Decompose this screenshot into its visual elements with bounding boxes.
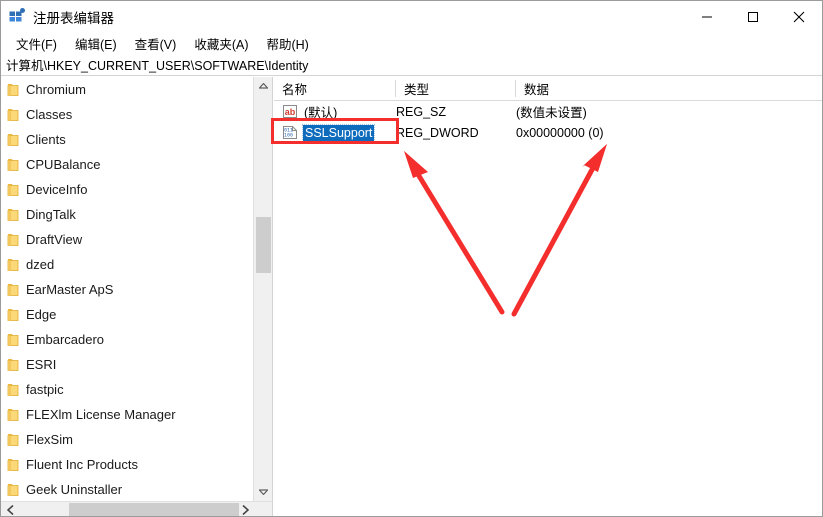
minimize-button[interactable] <box>684 1 730 32</box>
value-data-cell: 0x00000000 (0) <box>516 125 604 140</box>
folder-icon <box>7 283 20 297</box>
svg-text:100: 100 <box>284 133 293 139</box>
tree-item-label: Edge <box>26 307 57 322</box>
title-bar: 注册表编辑器 <box>1 1 822 32</box>
tree-item-label: fastpic <box>26 382 64 397</box>
window-controls <box>684 1 822 32</box>
tree-hscroll-thumb[interactable] <box>69 503 239 516</box>
folder-icon <box>7 383 20 397</box>
folder-icon <box>7 408 20 422</box>
value-row[interactable]: ab (默认) REG_SZ (数值未设置) <box>274 101 822 122</box>
value-name-cell[interactable]: ab (默认) <box>282 101 338 122</box>
tree-item-label: Classes <box>26 107 73 122</box>
tree-scroll-thumb[interactable] <box>256 217 271 273</box>
menu-item-favorites[interactable]: 收藏夹(A) <box>185 32 257 55</box>
menu-bar: 文件(F) 编辑(E) 查看(V) 收藏夹(A) 帮助(H) <box>1 32 822 54</box>
folder-icon <box>7 183 20 197</box>
folder-icon <box>7 433 20 447</box>
tree-vertical-scrollbar[interactable] <box>253 77 272 501</box>
tree-item[interactable]: DeviceInfo <box>1 177 253 202</box>
tree-item[interactable]: DingTalk <box>1 202 253 227</box>
scroll-down-icon[interactable] <box>254 483 272 501</box>
tree-item-label: FlexSim <box>26 432 73 447</box>
folder-icon <box>7 333 20 347</box>
menu-item-view[interactable]: 查看(V) <box>126 32 186 55</box>
address-bar[interactable]: 计算机\HKEY_CURRENT_USER\SOFTWARE\Identity <box>1 54 822 76</box>
menu-item-file[interactable]: 文件(F) <box>7 32 66 55</box>
scroll-right-icon[interactable] <box>236 502 254 516</box>
registry-tree-pane: Chromium Classes Clients CPUBalance DeviceIn… <box>1 77 273 501</box>
tree-item-label: Clients <box>26 132 66 147</box>
folder-icon <box>7 358 20 372</box>
value-type-cell: REG_DWORD <box>396 125 479 140</box>
string-value-icon: ab <box>282 104 298 119</box>
folder-icon <box>7 158 20 172</box>
tree-item[interactable]: Chromium <box>1 77 253 102</box>
value-type-cell: REG_SZ <box>396 104 447 119</box>
tree-item-label: DraftView <box>26 232 83 247</box>
window-title: 注册表编辑器 <box>33 11 114 26</box>
tree-item[interactable]: Edge <box>1 302 253 327</box>
maximize-button[interactable] <box>730 1 776 32</box>
values-column-header: 名称 类型 数据 <box>274 77 822 101</box>
registry-editor-icon <box>8 8 26 25</box>
tree-item[interactable]: CPUBalance <box>1 152 253 177</box>
value-name-label: (默认) <box>304 106 338 120</box>
tree-item[interactable]: ESRI <box>1 352 253 377</box>
menu-item-help[interactable]: 帮助(H) <box>257 32 317 55</box>
close-button[interactable] <box>776 1 822 32</box>
tree-item-label: Fluent Inc Products <box>26 457 138 472</box>
tree-item-label: ESRI <box>26 357 57 372</box>
value-name-label: SSLSupport <box>301 123 376 142</box>
tree-item[interactable]: DraftView <box>1 227 253 252</box>
value-row[interactable]: 011 100 SSLSupport REG_DWORD 0x00000000 (0) <box>274 122 822 143</box>
registry-tree-list: Chromium Classes Clients CPUBalance DeviceIn… <box>1 77 253 501</box>
tree-item-label: DingTalk <box>26 207 76 222</box>
registry-editor-window: 注册表编辑器 文件(F) 编辑(E) 查看(V) 收藏夹(A) 帮助(H) 计算… <box>0 0 823 517</box>
scroll-left-icon[interactable] <box>1 502 19 516</box>
tree-item-label: Embarcadero <box>26 332 105 347</box>
folder-icon <box>7 208 20 222</box>
column-header-data[interactable]: 数据 <box>516 77 776 100</box>
value-name-cell[interactable]: 011 100 SSLSupport <box>282 122 376 143</box>
tree-item[interactable]: EarMaster ApS <box>1 277 253 302</box>
binary-value-icon: 011 100 <box>282 125 298 140</box>
tree-item[interactable]: FLEXlm License Manager <box>1 402 253 427</box>
folder-icon <box>7 458 20 472</box>
folder-icon <box>7 133 20 147</box>
tree-item-label: dzed <box>26 257 55 272</box>
folder-icon <box>7 83 20 97</box>
tree-item[interactable]: dzed <box>1 252 253 277</box>
tree-item-label: DeviceInfo <box>26 182 88 197</box>
menu-item-edit[interactable]: 编辑(E) <box>66 32 126 55</box>
tree-item-label: Chromium <box>26 82 86 97</box>
scroll-up-icon[interactable] <box>254 77 272 95</box>
tree-item[interactable]: Embarcadero <box>1 327 253 352</box>
tree-item-label: FLEXlm License Manager <box>26 407 176 422</box>
tree-item-label: Geek Uninstaller <box>26 482 123 497</box>
registry-path: 计算机\HKEY_CURRENT_USER\SOFTWARE\Identity <box>6 59 309 73</box>
svg-text:ab: ab <box>285 107 296 117</box>
tree-item-label: EarMaster ApS <box>26 282 114 297</box>
tree-item[interactable]: fastpic <box>1 377 253 402</box>
tree-item[interactable]: FlexSim <box>1 427 253 452</box>
column-header-name[interactable]: 名称 <box>274 77 396 100</box>
tree-item[interactable]: Fluent Inc Products <box>1 452 253 477</box>
registry-values-list: ab (默认) REG_SZ (数值未设置) 011 100 SSLSupport REG_D… <box>274 101 822 143</box>
folder-icon <box>7 258 20 272</box>
registry-values-pane: 名称 类型 数据 ab (默认) REG_SZ (数值未设置) 011 100 SSLSup… <box>274 77 822 516</box>
tree-horizontal-scrollbar[interactable] <box>1 501 273 516</box>
folder-icon <box>7 483 20 497</box>
value-data-cell: (数值未设置) <box>516 106 587 120</box>
folder-icon <box>7 233 20 247</box>
column-header-type[interactable]: 类型 <box>396 77 516 100</box>
tree-item[interactable]: Classes <box>1 102 253 127</box>
folder-icon <box>7 108 20 122</box>
tree-item[interactable]: Geek Uninstaller <box>1 477 253 501</box>
tree-item[interactable]: Clients <box>1 127 253 152</box>
tree-item-label: CPUBalance <box>26 157 101 172</box>
folder-icon <box>7 308 20 322</box>
